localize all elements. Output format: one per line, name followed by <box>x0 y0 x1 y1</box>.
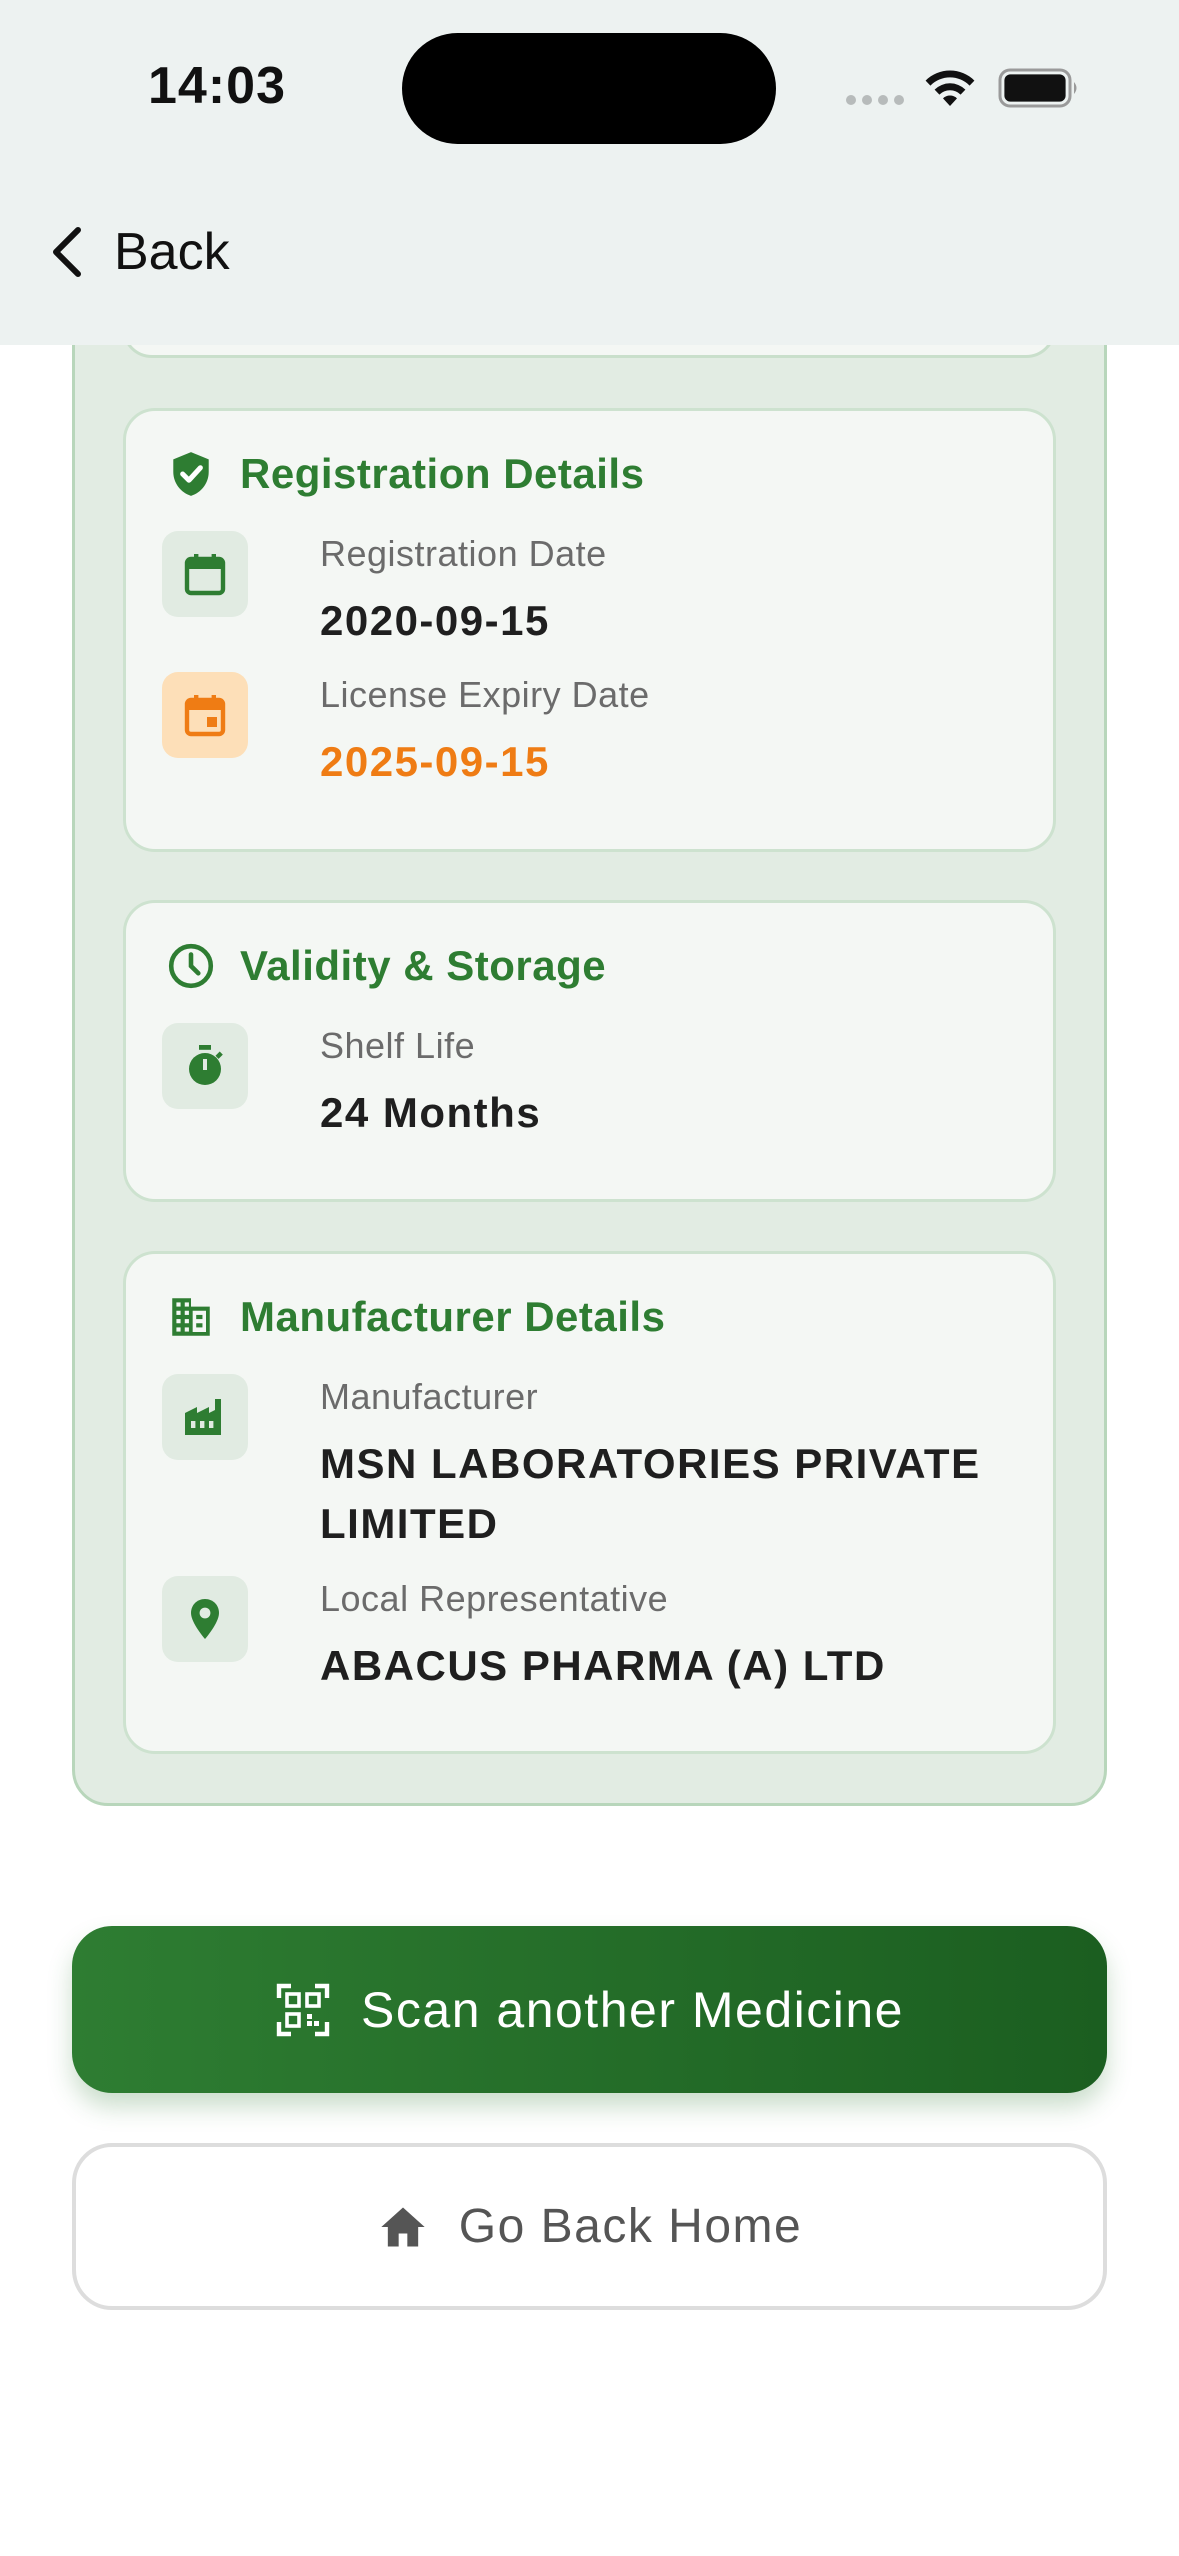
signal-icon <box>846 95 904 105</box>
dynamic-island <box>402 33 776 144</box>
manufacturer-label: Manufacturer <box>320 1376 539 1417</box>
factory-icon <box>162 1374 248 1460</box>
calendar-event-icon <box>162 672 248 758</box>
wifi-icon <box>925 70 975 106</box>
validity-header: Validity & Storage <box>166 941 606 991</box>
shield-check-icon <box>173 452 209 496</box>
shelf-life-label: Shelf Life <box>320 1025 476 1066</box>
local-rep-label: Local Representative <box>320 1578 669 1619</box>
home-icon <box>381 2207 425 2246</box>
go-back-home-label: Go Back Home <box>458 2200 803 2253</box>
validity-card: Validity & Storage Shelf Life 24 Months <box>123 900 1056 1202</box>
shelf-life-value: 24 Months <box>320 1089 542 1136</box>
go-back-home-button[interactable]: Go Back Home <box>72 2143 1107 2310</box>
license-expiry-label: License Expiry Date <box>320 674 650 715</box>
validity-title: Validity & Storage <box>240 942 607 989</box>
timer-icon <box>162 1023 248 1109</box>
back-button[interactable]: Back <box>48 222 230 282</box>
status-time: 14:03 <box>148 57 286 115</box>
registration-title: Registration Details <box>240 450 645 497</box>
battery-icon <box>998 68 1077 108</box>
clock-icon <box>168 943 214 989</box>
back-label: Back <box>114 223 230 281</box>
qr-scan-icon <box>276 1983 330 2036</box>
top-bar: 14:03 Back <box>0 0 1179 345</box>
calendar-icon <box>162 531 248 617</box>
registration-header: Registration Details <box>166 449 644 499</box>
registration-date-value: 2020-09-15 <box>320 597 550 644</box>
registration-card: Registration Details Registration Date 2… <box>123 408 1056 852</box>
chevron-left-icon <box>53 227 81 277</box>
building-icon <box>172 1298 210 1336</box>
location-pin-icon <box>162 1576 248 1662</box>
manufacturer-title: Manufacturer Details <box>240 1293 666 1340</box>
scan-another-label: Scan another Medicine <box>361 1981 904 2038</box>
manufacturer-card: Manufacturer Details Manufacturer MSN LA… <box>123 1251 1056 1754</box>
manufacturer-header: Manufacturer Details <box>166 1292 665 1342</box>
local-rep-value: ABACUS PHARMA (A) LTD <box>320 1642 886 1689</box>
registration-date-label: Registration Date <box>320 533 607 574</box>
scan-another-button[interactable]: Scan another Medicine <box>72 1926 1107 2093</box>
license-expiry-value: 2025-09-15 <box>320 738 550 785</box>
manufacturer-value: MSN LABORATORIES PRIVATE LIMITED <box>320 1440 981 1547</box>
